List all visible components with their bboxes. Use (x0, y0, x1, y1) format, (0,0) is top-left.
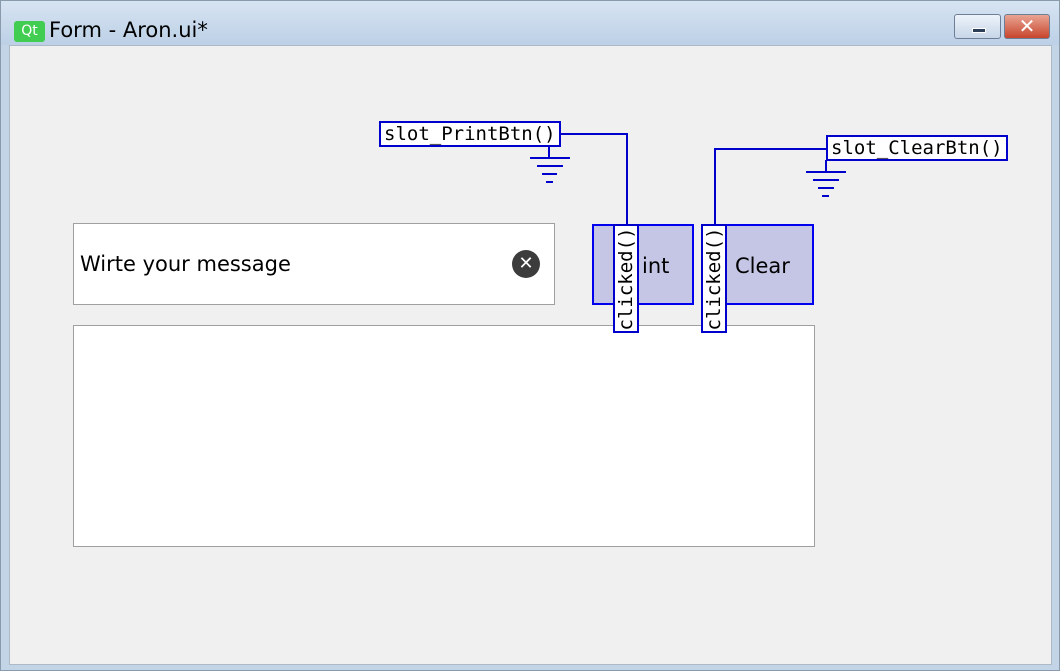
signal-print-label: clicked() (615, 227, 637, 330)
slot-print-box[interactable]: slot_PrintBtn() (379, 121, 561, 147)
clear-ground-icon (806, 171, 846, 197)
signal-clear-box[interactable]: clicked() (701, 224, 727, 333)
signal-clear-label: clicked() (703, 227, 725, 330)
slot-clear-label: slot_ClearBtn() (831, 137, 1003, 159)
print-connection-line (549, 133, 628, 224)
slot-print-label: slot_PrintBtn() (384, 123, 556, 145)
clear-connection-line (714, 148, 827, 224)
print-ground-icon (530, 157, 570, 183)
slot-clear-box[interactable]: slot_ClearBtn() (826, 135, 1008, 161)
connection-wires (530, 133, 846, 224)
signal-print-box[interactable]: clicked() (613, 224, 639, 333)
